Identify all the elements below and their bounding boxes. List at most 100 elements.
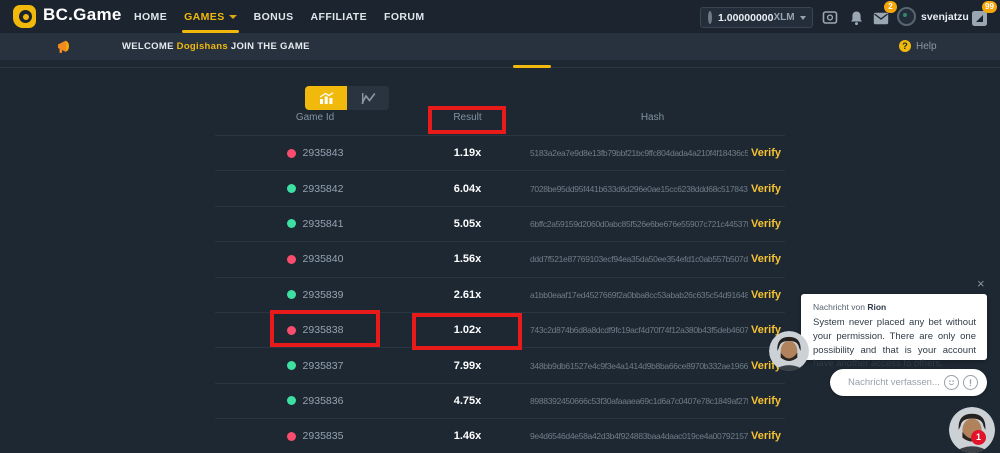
bcgame-logo-icon[interactable] — [13, 5, 36, 28]
nav-label: BONUS — [254, 11, 294, 23]
verify-link[interactable]: Verify — [751, 430, 781, 442]
verify-link[interactable]: Verify — [751, 395, 781, 407]
table-row: 2935835 1.46x 9e4d6546d4e58a42d3b4f924883b… — [215, 418, 785, 453]
user-avatar[interactable] — [897, 7, 916, 26]
vault-icon — [822, 10, 838, 26]
hash-cell: 348bb9db61527e4c9f3e4a1414d9b8ba66ce8970… — [520, 360, 785, 372]
game-id-cell: 2935842 — [215, 183, 415, 195]
lose-dot-icon — [287, 432, 296, 441]
hash-cell: 743c2d874b6d8a8dcdf9fc19acf4d70f74f12a38… — [520, 324, 785, 336]
username-label: svenjatzu — [921, 11, 969, 23]
result-value: 6.04x — [415, 183, 520, 195]
vault-button[interactable] — [820, 8, 840, 28]
mail-badge: 2 — [884, 1, 897, 13]
bell-icon — [849, 10, 864, 26]
game-id: 2935835 — [303, 430, 344, 442]
nav-item-bonus[interactable]: BONUS — [254, 0, 294, 33]
close-icon[interactable]: × — [977, 277, 985, 290]
chat-input-bar — [830, 369, 987, 396]
emoji-icon[interactable] — [944, 375, 959, 390]
win-dot-icon — [287, 396, 296, 405]
help-button[interactable]: ? Help — [899, 40, 937, 52]
chat-count-badge: 99 — [982, 1, 997, 13]
nav-label: AFFILIATE — [311, 11, 367, 23]
game-id: 2935839 — [303, 289, 344, 301]
chevron-down-icon — [800, 16, 806, 20]
hash-value: 8988392450666c53f30afaaaea69c1d6a7c0407e… — [530, 396, 748, 406]
result-value: 1.46x — [415, 430, 520, 442]
verify-link[interactable]: Verify — [751, 218, 781, 230]
win-dot-icon — [287, 184, 296, 193]
result-value: 4.75x — [415, 395, 520, 407]
result-value: 1.19x — [415, 147, 520, 159]
unread-count-badge: 1 — [971, 430, 986, 445]
nav-item-games[interactable]: GAMES — [184, 0, 237, 33]
nav-item-home[interactable]: HOME — [134, 0, 167, 33]
annotation-box-game-id — [270, 310, 380, 347]
table-row: 29358392.61xa1bb0eaaf17ed4527669f2a0bba8… — [215, 277, 785, 312]
table-row: 29358364.75x 8988392450666c53f30afaaaea69… — [215, 383, 785, 418]
balance-selector[interactable]: 1.00000000 XLM — [700, 7, 813, 28]
table-row: 2935843 1.19x 5183a2ea7e9d8e13fb79bbf21bc9… — [215, 135, 785, 170]
info-icon[interactable] — [963, 375, 978, 390]
game-id: 2935840 — [303, 253, 344, 265]
balance-amount: 1.00000000 — [718, 12, 773, 24]
win-dot-icon — [287, 290, 296, 299]
nav-item-affiliate[interactable]: AFFILIATE — [311, 0, 367, 33]
trend-chart-icon — [361, 92, 376, 105]
game-id: 2935842 — [303, 183, 344, 195]
welcome-message: WELCOME Dogishans JOIN THE GAME — [122, 41, 310, 52]
game-id-cell: 2935841 — [215, 218, 415, 230]
table-row: 2935842 6.04x 7028be95dd95f441b633d6d296e0… — [215, 170, 785, 205]
win-dot-icon — [287, 361, 296, 370]
result-value: 7.99x — [415, 360, 520, 372]
game-id: 2935841 — [303, 218, 344, 230]
agent-avatar-photo — [949, 407, 995, 453]
table-view-button[interactable] — [305, 86, 347, 110]
game-id-cell: 2935839 — [215, 289, 415, 301]
verify-link[interactable]: Verify — [751, 147, 781, 159]
chat-message-input[interactable] — [848, 377, 940, 388]
currency-label: XLM — [773, 12, 794, 23]
chat-message-card: Nachricht von Rion System never placed a… — [801, 294, 987, 360]
hash-cell: 9e4d6546d4e58a42d3b4f924883baa4daac019ce… — [520, 430, 785, 442]
hash-value: 5183a2ea7e9d8e13fb79bbf21bc9ffc804dada4a… — [530, 148, 748, 158]
sender-avatar — [769, 331, 809, 371]
notifications-button[interactable] — [846, 8, 866, 28]
nav-item-forum[interactable]: FORUM — [384, 0, 425, 33]
table-row: 29358415.05x6bffc2a59159d2060d0abc85f526… — [215, 206, 785, 241]
nav-label: FORUM — [384, 11, 425, 23]
verify-link[interactable]: Verify — [751, 253, 781, 265]
hash-value: 6bffc2a59159d2060d0abc85f526e6be676e5590… — [530, 219, 748, 229]
game-id: 2935837 — [303, 360, 344, 372]
game-id: 2935843 — [303, 147, 344, 159]
verify-link[interactable]: Verify — [751, 289, 781, 301]
active-tab-indicator — [513, 65, 551, 68]
chat-message-meta: Nachricht von Rion — [813, 302, 976, 312]
welcome-suffix: JOIN THE GAME — [231, 41, 310, 52]
nav-label: GAMES — [184, 11, 225, 23]
megaphone-icon — [57, 39, 74, 54]
game-id-cell: 2935837 — [215, 360, 415, 372]
hash-value: 9e4d6546d4e58a42d3b4f924883baa4daac019ce… — [530, 431, 748, 441]
brand-title[interactable]: BC.Game — [43, 5, 122, 25]
nav-label: HOME — [134, 11, 167, 23]
hash-value: 7028be95dd95f441b633d6d296e0ae15cc6238dd… — [530, 184, 748, 194]
welcome-username: Dogishans — [177, 41, 228, 52]
support-agent-avatar[interactable] — [949, 407, 995, 453]
history-view-toggle — [305, 86, 389, 110]
welcome-bar: WELCOME Dogishans JOIN THE GAME ? Help — [0, 33, 1000, 60]
game-id-cell: 2935835 — [215, 430, 415, 442]
hash-value: ddd7f521e87769103ecf94ea35da50ee354efd1c… — [530, 254, 748, 264]
column-header-game-id: Game Id — [215, 112, 415, 132]
trend-view-button[interactable] — [347, 86, 389, 110]
annotation-box-result-value — [412, 313, 522, 350]
game-id-cell: 2935840 — [215, 253, 415, 265]
game-id-cell: 2935836 — [215, 395, 415, 407]
logo-pupil — [23, 14, 29, 20]
hash-value: 743c2d874b6d8a8dcdf9fc19acf4d70f74f12a38… — [530, 325, 748, 335]
hash-cell: a1bb0eaaf17ed4527669f2a0bba8cc53abab26c6… — [520, 289, 785, 301]
question-icon: ? — [899, 40, 911, 52]
verify-link[interactable]: Verify — [751, 183, 781, 195]
hash-cell: 8988392450666c53f30afaaaea69c1d6a7c0407e… — [520, 395, 785, 407]
